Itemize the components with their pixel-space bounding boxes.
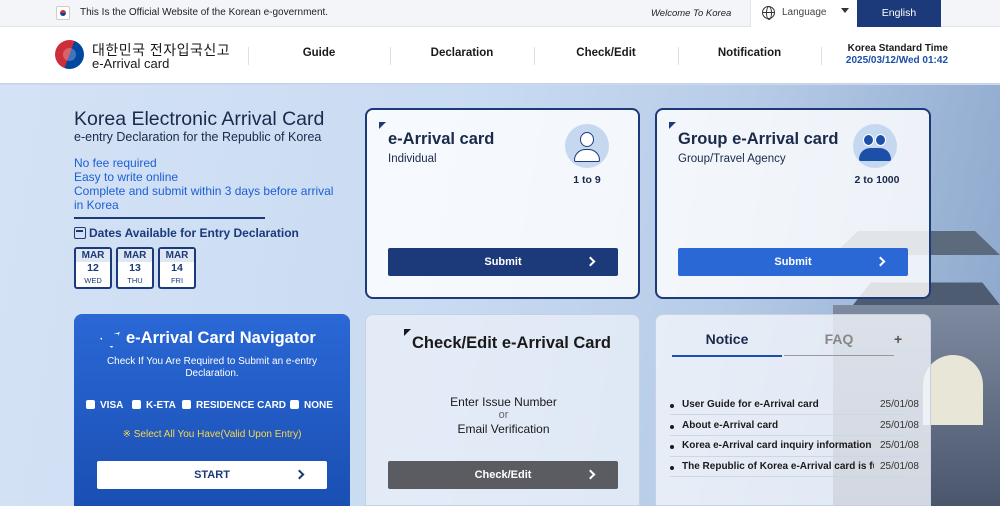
start-button[interactable]: START [97, 461, 327, 489]
date-box: MAR 14 FRI [158, 247, 196, 289]
individual-card-title: e-Arrival card [388, 130, 495, 148]
visa-checkbox[interactable]: VISA [86, 400, 123, 412]
globe-icon [762, 6, 775, 20]
or-text: or [498, 409, 509, 421]
chevron-right-icon [585, 256, 596, 267]
notice-item[interactable]: User Guide for e-Arrival card 25/01/08 [670, 399, 924, 413]
notice-divider [670, 414, 905, 415]
group-card: Group e-Arrival card Group/Travel Agency… [655, 108, 931, 299]
hero-line-submit-window: Complete and submit within 3 days before… [74, 184, 334, 212]
individual-submit-button[interactable]: Submit [388, 248, 618, 276]
hero-line-no-fee: No fee required [74, 156, 157, 170]
check-edit-card: Check/Edit e-Arrival Card Enter Issue Nu… [365, 314, 640, 506]
group-card-subtitle: Group/Travel Agency [678, 153, 786, 165]
paper-plane-icon [100, 332, 120, 348]
bullet-icon [670, 425, 674, 429]
kst-title: Korea Standard Time [847, 43, 948, 54]
calendar-icon [74, 227, 86, 239]
caret-down-icon [841, 8, 849, 13]
notice-item[interactable]: Korea e-Arrival card inquiry information… [670, 440, 924, 454]
bullet-icon [670, 404, 674, 408]
person-icon [565, 124, 609, 168]
date-box: MAR 13 THU [116, 247, 154, 289]
bullet-icon [670, 466, 674, 470]
bullet-icon [670, 445, 674, 449]
date-box: MAR 12 WED [74, 247, 112, 289]
more-plus-icon[interactable]: + [894, 331, 906, 347]
tab-notice[interactable]: Notice [672, 331, 782, 347]
corner-mark-icon [379, 122, 386, 129]
chevron-right-icon [585, 469, 596, 480]
korea-flag-icon [56, 6, 70, 20]
group-range: 2 to 1000 [854, 174, 900, 186]
issue-number-text: Enter Issue Number [450, 395, 557, 409]
navigator-card: e-Arrival Card Navigator Check If You Ar… [74, 314, 350, 506]
group-submit-button[interactable]: Submit [678, 248, 908, 276]
welcome-text: Welcome To Korea [651, 8, 732, 19]
corner-mark-icon [669, 122, 676, 129]
navigator-note: ※ Select All You Have(Valid Upon Entry) [122, 429, 302, 440]
dates-title: Dates Available for Entry Declaration [89, 226, 299, 240]
navigator-description: Check If You Are Required to Submit an e… [106, 356, 318, 379]
top-bar: This Is the Official Website of the Kore… [0, 0, 1000, 27]
notice-divider [670, 476, 905, 477]
nav-check-edit[interactable]: Check/Edit [535, 47, 677, 59]
language-label: Language [782, 7, 827, 18]
keta-checkbox[interactable]: K-ETA [132, 400, 176, 412]
kst-time: 2025/03/12/Wed 01:42 [845, 55, 948, 66]
hero-divider [74, 217, 265, 219]
english-button[interactable]: English [857, 0, 941, 27]
taegeuk-logo-icon[interactable] [55, 40, 84, 69]
logo-english-text[interactable]: e-Arrival card [92, 56, 169, 71]
site-header: 대한민국 전자입국신고 e-Arrival card Guide Declara… [0, 27, 1000, 84]
main-content: Korea Electronic Arrival Card e-entry De… [0, 85, 1000, 506]
nav-notification[interactable]: Notification [679, 47, 820, 59]
hero-title: Korea Electronic Arrival Card [74, 108, 325, 130]
check-edit-button[interactable]: Check/Edit [388, 461, 618, 489]
corner-mark-icon [404, 329, 411, 336]
residence-card-checkbox[interactable]: RESIDENCE CARD [182, 400, 286, 412]
tab-active-indicator [672, 355, 782, 357]
check-edit-title: Check/Edit e-Arrival Card [412, 334, 611, 352]
chevron-right-icon [875, 256, 886, 267]
group-card-title: Group e-Arrival card [678, 130, 839, 148]
notice-divider [670, 456, 905, 457]
tab-divider [784, 355, 894, 356]
language-select[interactable]: Language [750, 0, 857, 27]
notice-item[interactable]: About e-Arrival card 25/01/08 [670, 420, 924, 434]
chevron-right-icon [294, 469, 305, 480]
individual-range: 1 to 9 [573, 174, 601, 186]
notice-card: Notice FAQ + User Guide for e-Arrival ca… [655, 314, 931, 506]
notice-item[interactable]: The Republic of Korea e-Arrival card is … [670, 461, 924, 475]
tab-faq[interactable]: FAQ [784, 331, 894, 347]
group-people-icon [853, 124, 897, 168]
notice-divider [670, 435, 905, 436]
nav-guide[interactable]: Guide [249, 47, 389, 59]
nav-declaration[interactable]: Declaration [391, 47, 533, 59]
navigator-title: e-Arrival Card Navigator [126, 329, 316, 347]
email-verification-text: Email Verification [457, 422, 550, 436]
individual-card-subtitle: Individual [388, 153, 437, 165]
none-checkbox[interactable]: NONE [290, 400, 333, 412]
individual-card: e-Arrival card Individual 1 to 9 Submit [365, 108, 640, 299]
hero-subtitle: e-entry Declaration for the Republic of … [74, 130, 322, 144]
hero-line-easy: Easy to write online [74, 170, 179, 184]
official-website-text: This Is the Official Website of the Kore… [80, 7, 329, 18]
